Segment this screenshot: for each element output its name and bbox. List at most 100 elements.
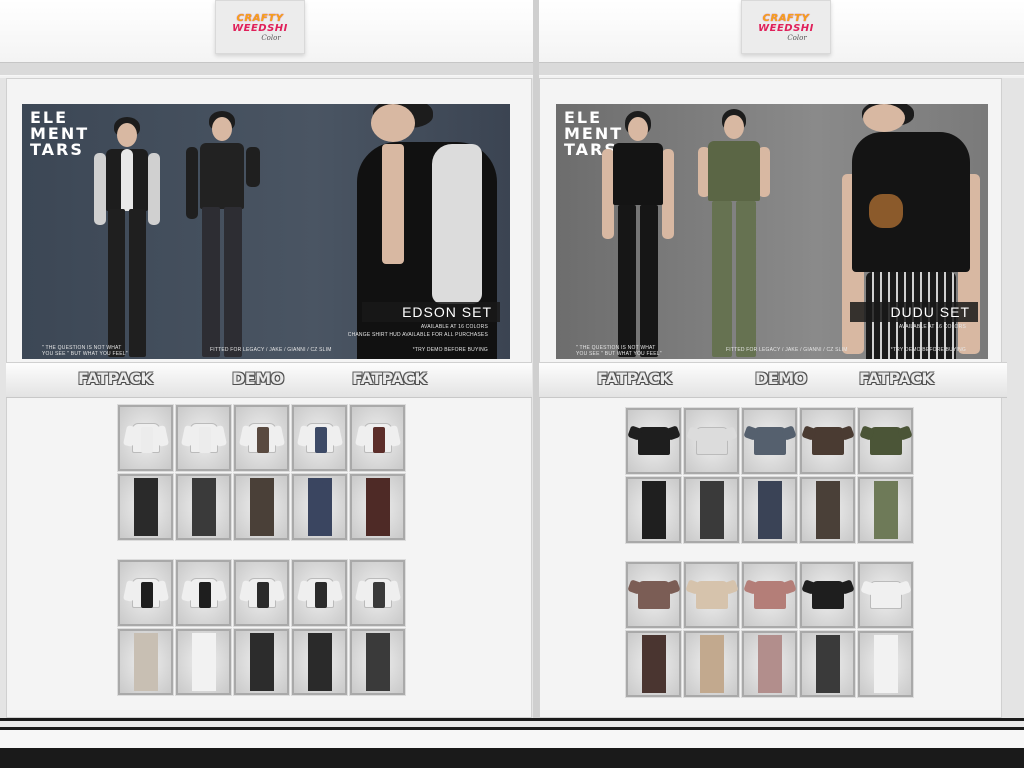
- pants-icon: [815, 481, 840, 539]
- top-icon: [305, 578, 334, 608]
- pants-swatch[interactable]: [799, 476, 856, 544]
- pants-icon: [641, 635, 666, 693]
- brand-logo: ELE MENT TARS: [30, 110, 89, 158]
- swatch-grid-dudu-a: [625, 407, 914, 544]
- tshirt-swatch[interactable]: [683, 561, 740, 629]
- fit-note: FITTED FOR LEGACY / JAKE / GIANNI / CZ S…: [726, 347, 848, 353]
- pants-swatch[interactable]: [857, 476, 914, 544]
- pants-swatch[interactable]: [349, 628, 406, 696]
- pants-swatch[interactable]: [683, 630, 740, 698]
- fit-note: FITTED FOR LEGACY / JAKE / GIANNI / CZ S…: [210, 347, 332, 353]
- tshirt-swatch[interactable]: [625, 561, 682, 629]
- top-icon: [637, 427, 670, 455]
- vest-swatch[interactable]: [117, 404, 174, 472]
- pants-swatch[interactable]: [625, 630, 682, 698]
- tshirt-swatch[interactable]: [799, 561, 856, 629]
- vest-swatch[interactable]: [117, 559, 174, 627]
- pants-swatch[interactable]: [683, 476, 740, 544]
- tshirt-swatch[interactable]: [857, 561, 914, 629]
- sign-text-3: Color: [261, 33, 281, 42]
- store-logo-sign-left: CRAFTY WEEDSHI Color: [215, 0, 305, 54]
- vest-swatch[interactable]: [233, 404, 290, 472]
- tagline: " THE QUESTION IS NOT WHAT YOU SEE " BUT…: [576, 345, 662, 357]
- pants-icon: [307, 478, 332, 536]
- vest-swatch[interactable]: [233, 559, 290, 627]
- pants-swatch[interactable]: [117, 473, 174, 541]
- fatpack-button[interactable]: FATPACK: [597, 369, 672, 388]
- pants-icon: [365, 478, 390, 536]
- pants-swatch[interactable]: [799, 630, 856, 698]
- vest-swatch[interactable]: [291, 404, 348, 472]
- top-icon: [131, 423, 160, 453]
- pants-swatch[interactable]: [857, 630, 914, 698]
- top-icon: [811, 581, 844, 609]
- pants-icon: [815, 635, 840, 693]
- store-scene: CRAFTY WEEDSHI Color CRAFTY WEEDSHI Colo…: [0, 0, 1024, 768]
- vest-swatch[interactable]: [175, 559, 232, 627]
- pants-swatch[interactable]: [175, 628, 232, 696]
- top-icon: [305, 423, 334, 453]
- model-figure: [92, 109, 162, 359]
- pants-swatch[interactable]: [291, 473, 348, 541]
- edson-set-poster[interactable]: ELE MENT TARS EDSON SET AVAILABLE AT 16 …: [22, 104, 510, 359]
- pants-swatch[interactable]: [741, 476, 798, 544]
- top-icon: [189, 423, 218, 453]
- top-icon: [247, 423, 276, 453]
- top-icon: [131, 578, 160, 608]
- pants-icon: [699, 635, 724, 693]
- set-title: DUDU SET: [850, 302, 978, 322]
- top-icon: [869, 427, 902, 455]
- swatch-grid-edson-b: [117, 559, 406, 696]
- vest-swatch[interactable]: [175, 404, 232, 472]
- demo-button[interactable]: DEMO: [232, 369, 284, 388]
- sign-text-2: WEEDSHI: [758, 22, 814, 34]
- hud-note: CHANGE SHIRT HUD AVAILABLE FOR ALL PURCH…: [347, 332, 488, 338]
- pants-swatch[interactable]: [117, 628, 174, 696]
- pants-swatch[interactable]: [349, 473, 406, 541]
- vest-swatch[interactable]: [349, 404, 406, 472]
- top-icon: [753, 581, 786, 609]
- demo-button[interactable]: DEMO: [755, 369, 807, 388]
- fatpack-button[interactable]: FATPACK: [78, 369, 153, 388]
- pants-icon: [133, 478, 158, 536]
- top-icon: [811, 427, 844, 455]
- purchase-bar-right: FATPACK DEMO FATPACK: [539, 362, 1007, 398]
- pants-swatch[interactable]: [625, 476, 682, 544]
- shelf-ledge-left: [0, 62, 533, 76]
- vest-swatch[interactable]: [291, 559, 348, 627]
- tagline: " THE QUESTION IS NOT WHAT YOU SEE " BUT…: [42, 345, 128, 357]
- tshirt-swatch[interactable]: [741, 407, 798, 475]
- pants-swatch[interactable]: [291, 628, 348, 696]
- top-icon: [189, 578, 218, 608]
- pants-swatch[interactable]: [741, 630, 798, 698]
- pants-icon: [191, 478, 216, 536]
- tshirt-swatch[interactable]: [741, 561, 798, 629]
- pants-icon: [873, 481, 898, 539]
- colors-note: AVAILABLE AT 16 COLORS: [420, 324, 488, 330]
- top-icon: [363, 423, 392, 453]
- top-icon: [869, 581, 902, 609]
- demo-note: *TRY DEMO BEFORE BUYING: [412, 347, 488, 353]
- pants-swatch[interactable]: [233, 473, 290, 541]
- tshirt-swatch[interactable]: [683, 407, 740, 475]
- fatpack-button[interactable]: FATPACK: [859, 369, 934, 388]
- tshirt-swatch[interactable]: [857, 407, 914, 475]
- vest-swatch[interactable]: [349, 559, 406, 627]
- top-icon: [695, 581, 728, 609]
- pants-swatch[interactable]: [175, 473, 232, 541]
- top-icon: [695, 427, 728, 455]
- pants-icon: [249, 478, 274, 536]
- dudu-set-poster[interactable]: ELE MENT TARS DUDU SET AVAILABLE AT 16 C…: [556, 104, 988, 359]
- pants-icon: [757, 635, 782, 693]
- fatpack-button[interactable]: FATPACK: [352, 369, 427, 388]
- tshirt-swatch[interactable]: [799, 407, 856, 475]
- set-title: EDSON SET: [362, 302, 500, 322]
- sign-text-3: Color: [787, 33, 807, 42]
- colors-note: AVAILABLE AT 16 COLORS: [898, 324, 966, 330]
- pants-icon: [699, 481, 724, 539]
- pants-icon: [191, 633, 216, 691]
- pants-swatch[interactable]: [233, 628, 290, 696]
- tshirt-swatch[interactable]: [625, 407, 682, 475]
- pants-icon: [641, 481, 666, 539]
- model-figure: [600, 107, 676, 359]
